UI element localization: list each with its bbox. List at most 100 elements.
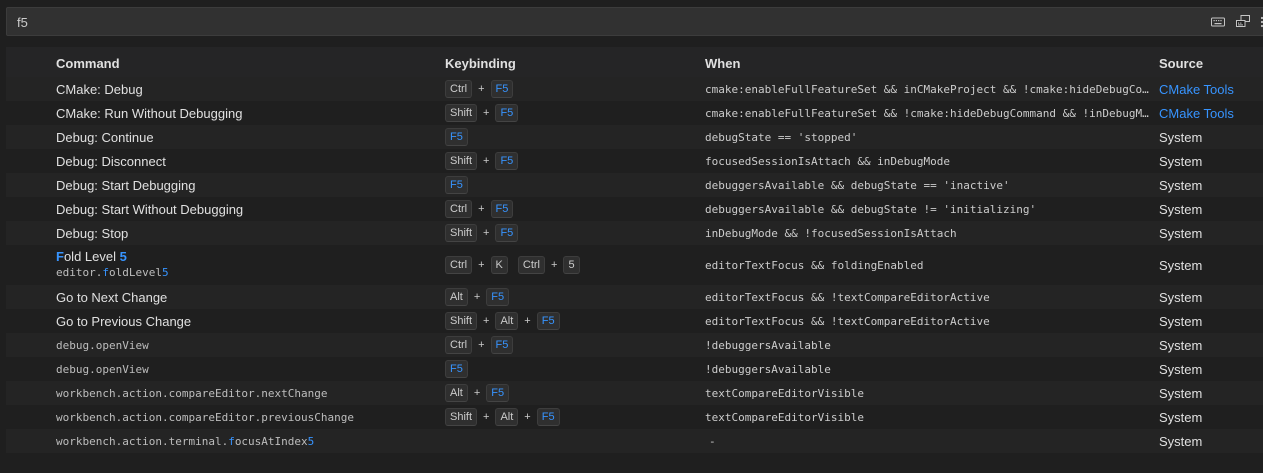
table-row[interactable]: Debug: Start Without Debugging Ctrl + F5 deb… — [6, 197, 1263, 221]
when-cell[interactable]: textCompareEditorVisible — [705, 405, 1151, 429]
when-cell[interactable]: textCompareEditorVisible — [705, 381, 1151, 405]
source-label: System — [1159, 201, 1203, 217]
table-row[interactable]: CMake: Debug Ctrl + F5 cmake:enableFullFeatu… — [6, 77, 1263, 101]
table-row[interactable]: Debug: Start Debugging F5 debuggersAvailab… — [6, 173, 1263, 197]
command-label: CMake: Debug — [56, 81, 143, 97]
table-row[interactable]: workbench.action.compareEditor.previousC… — [6, 405, 1263, 429]
keyboard-icon[interactable] — [1210, 14, 1226, 30]
column-header-source[interactable]: Source — [1159, 48, 1263, 78]
table-row[interactable]: Go to Previous Change Shift + Alt + F5 editorT… — [6, 309, 1263, 333]
key-cap: 5 — [563, 256, 580, 274]
search-input[interactable] — [17, 13, 917, 31]
when-cell[interactable]: - — [705, 429, 1151, 453]
table-row[interactable]: debug.openView Ctrl + F5 !debuggersAvailable… — [6, 333, 1263, 357]
when-cell[interactable]: debugState == 'stopped' — [705, 125, 1151, 149]
source-cell: System — [1159, 197, 1263, 221]
when-clause: debugState == 'stopped' — [705, 130, 858, 144]
keybinding-cell[interactable]: Shift + F5 — [445, 149, 695, 173]
keybinding-cell[interactable]: F5 — [445, 173, 695, 197]
keybinding-cell[interactable]: Ctrl + F5 — [445, 197, 695, 221]
key-cap: Ctrl — [445, 256, 473, 274]
source-cell[interactable]: CMake Tools — [1159, 77, 1263, 101]
keybinding-cell[interactable]: Ctrl + K Ctrl +5 — [445, 245, 695, 285]
table-row[interactable]: workbench.action.terminal.focusAtIndex5 -… — [6, 429, 1263, 453]
command-id-text: ocusAtIndex — [234, 434, 308, 448]
command-id: editor.foldLevel5 — [56, 265, 169, 281]
command-id: debug.openView — [56, 362, 149, 376]
when-cell[interactable]: inDebugMode && !focusedSessionIsAttach — [705, 221, 1151, 245]
source-cell[interactable]: CMake Tools — [1159, 101, 1263, 125]
column-header-when[interactable]: When — [705, 48, 1151, 78]
key-plus: + — [473, 387, 481, 399]
source-extension-link[interactable]: CMake Tools — [1159, 82, 1234, 97]
key-cap: Ctrl — [445, 80, 473, 98]
command-label: Go to Next Change — [56, 289, 168, 305]
keybinding-cell[interactable]: Shift + F5 — [445, 101, 695, 125]
more-actions-icon[interactable] — [1258, 14, 1263, 30]
when-clause: debuggersAvailable && debugState == 'ina… — [705, 178, 1010, 192]
source-extension-link[interactable]: CMake Tools — [1159, 106, 1234, 121]
command-cell: Debug: Start Without Debugging — [56, 197, 436, 221]
when-cell[interactable]: cmake:enableFullFeatureSet && inCMakePro… — [705, 77, 1151, 101]
when-cell[interactable]: focusedSessionIsAttach && inDebugMode — [705, 149, 1151, 173]
key-cap: Alt — [445, 288, 468, 306]
keybinding-cell[interactable]: Alt + F5 — [445, 285, 695, 309]
keybindings-search-box[interactable] — [6, 7, 1263, 36]
command-id-text: oldLevel — [108, 266, 162, 279]
key-plus: + — [483, 155, 490, 167]
keybindings-rows: CMake: Debug Ctrl + F5 cmake:enableFullFeatu… — [6, 77, 1263, 453]
table-row[interactable]: Debug: Disconnect Shift + F5 focusedSessionI… — [6, 149, 1263, 173]
table-row[interactable]: Debug: Continue F5 debugState == 'stopped'… — [6, 125, 1263, 149]
source-cell: System — [1159, 309, 1263, 333]
command-label: Debug: Start Without Debugging — [56, 201, 244, 217]
keybinding-cell[interactable]: Shift + F5 — [445, 221, 695, 245]
keybinding-cell[interactable]: Ctrl + F5 — [445, 333, 695, 357]
keybinding-cell[interactable]: F5 — [445, 357, 695, 381]
key-cap: Alt — [445, 384, 468, 402]
when-cell[interactable]: debuggersAvailable && debugState != 'ini… — [705, 197, 1151, 221]
keybinding-cell[interactable]: F5 — [445, 125, 695, 149]
table-row[interactable]: debug.openView F5 !debuggersAvailable Syste… — [6, 357, 1263, 381]
table-row[interactable]: CMake: Run Without Debugging Shift + F5 cmak… — [6, 101, 1263, 125]
sort-precedence-icon[interactable] — [1235, 14, 1251, 30]
key-cap: Shift — [445, 408, 478, 426]
column-header-keybinding[interactable]: Keybinding — [445, 48, 695, 78]
when-cell[interactable]: editorTextFocus && foldingEnabled — [705, 245, 1151, 285]
key-plus: + — [483, 411, 490, 423]
source-cell: System — [1159, 285, 1263, 309]
keybinding-cell[interactable]: Ctrl + F5 — [445, 77, 695, 101]
when-cell[interactable]: editorTextFocus && !textCompareEditorAct… — [705, 285, 1151, 309]
key-cap: K — [490, 256, 508, 274]
when-cell[interactable]: editorTextFocus && !textCompareEditorAct… — [705, 309, 1151, 333]
when-cell[interactable]: debuggersAvailable && debugState == 'ina… — [705, 173, 1151, 197]
keybinding-cell[interactable]: Shift + Alt + F5 — [445, 405, 695, 429]
command-id-match: f — [102, 266, 109, 279]
when-cell[interactable]: !debuggersAvailable — [705, 333, 1151, 357]
keybinding-cell[interactable]: Alt + F5 — [445, 381, 695, 405]
table-row[interactable]: Go to Next Change Alt + F5 editorTextFocus &… — [6, 285, 1263, 309]
key-cap: Shift — [445, 224, 478, 242]
command-cell: workbench.action.compareEditor.previousC… — [56, 405, 436, 429]
keybinding-cell[interactable] — [445, 429, 695, 453]
source-cell: System — [1159, 381, 1263, 405]
table-row[interactable]: workbench.action.compareEditor.nextChang… — [6, 381, 1263, 405]
keybinding-cell[interactable]: Shift + Alt + F5 — [445, 309, 695, 333]
source-label: System — [1159, 289, 1203, 305]
when-clause: !debuggersAvailable — [705, 362, 831, 376]
source-cell: System — [1159, 173, 1263, 197]
command-cell: Debug: Disconnect — [56, 149, 436, 173]
when-cell[interactable]: cmake:enableFullFeatureSet && !cmake:hid… — [705, 101, 1151, 125]
column-header-command[interactable]: Command — [56, 48, 436, 78]
source-label: System — [1159, 257, 1203, 273]
key-plus: + — [478, 339, 485, 351]
key-cap: F5 — [486, 384, 510, 402]
when-cell[interactable]: !debuggersAvailable — [705, 357, 1151, 381]
source-cell: System — [1159, 149, 1263, 173]
table-row[interactable]: Debug: Stop Shift + F5 inDebugMode && !focus… — [6, 221, 1263, 245]
command-label: Go to Previous Change — [56, 313, 192, 329]
table-row[interactable]: Fold Level 5 editor.foldLevel5 Ctrl + K Ctrl +… — [6, 245, 1263, 285]
key-cap: F5 — [536, 408, 560, 426]
command-cell: Go to Next Change — [56, 285, 436, 309]
when-clause: !debuggersAvailable — [705, 338, 831, 352]
key-cap: F5 — [445, 128, 468, 146]
